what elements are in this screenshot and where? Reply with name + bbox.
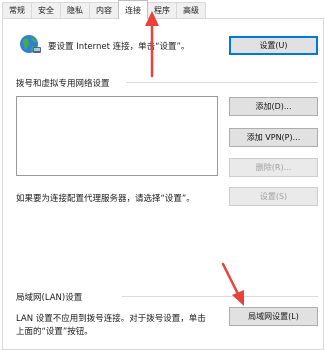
tab-3[interactable]: 内容 <box>89 2 119 18</box>
globe-network-icon <box>20 35 41 53</box>
lan-description-line2: 上面的“设置”按钮。 <box>16 327 93 337</box>
lan-settings-button[interactable]: 局域网设置(L) <box>229 307 318 326</box>
lan-description-line1: LAN 设置不应用到拨号连接。对于拨号设置，单击 <box>16 314 206 324</box>
tab-0[interactable]: 常规 <box>2 2 32 18</box>
setup-instruction-text: 要设置 Internet 连接，单击“设置”。 <box>48 42 190 52</box>
dialup-section-divider <box>126 82 318 83</box>
dialup-settings-button[interactable]: 设置(S) <box>229 187 318 206</box>
lan-section-label: 局域网(LAN)设置 <box>16 293 83 303</box>
tab-2[interactable]: 隐私 <box>60 2 90 18</box>
tab-4[interactable]: 连接 <box>118 0 148 19</box>
add-vpn-button[interactable]: 添加 VPN(P)... <box>229 128 318 147</box>
remove-button[interactable]: 删除(R)... <box>229 158 318 177</box>
annotation-arrow-down-icon <box>221 262 244 306</box>
add-button[interactable]: 添加(D)... <box>229 97 318 116</box>
tab-6[interactable]: 高级 <box>176 2 206 18</box>
tab-1[interactable]: 安全 <box>31 2 61 18</box>
setup-button[interactable]: 设置(U) <box>229 36 318 55</box>
dialup-section-label: 拨号和虚拟专用网络设置 <box>16 79 110 89</box>
tabs-container: 常规 安全 隐私 内容 连接 程序 高级 <box>2 0 206 19</box>
proxy-hint-text: 如果要为连接配置代理服务器，请选择“设置”。 <box>16 194 195 204</box>
connections-listbox[interactable] <box>16 96 218 176</box>
